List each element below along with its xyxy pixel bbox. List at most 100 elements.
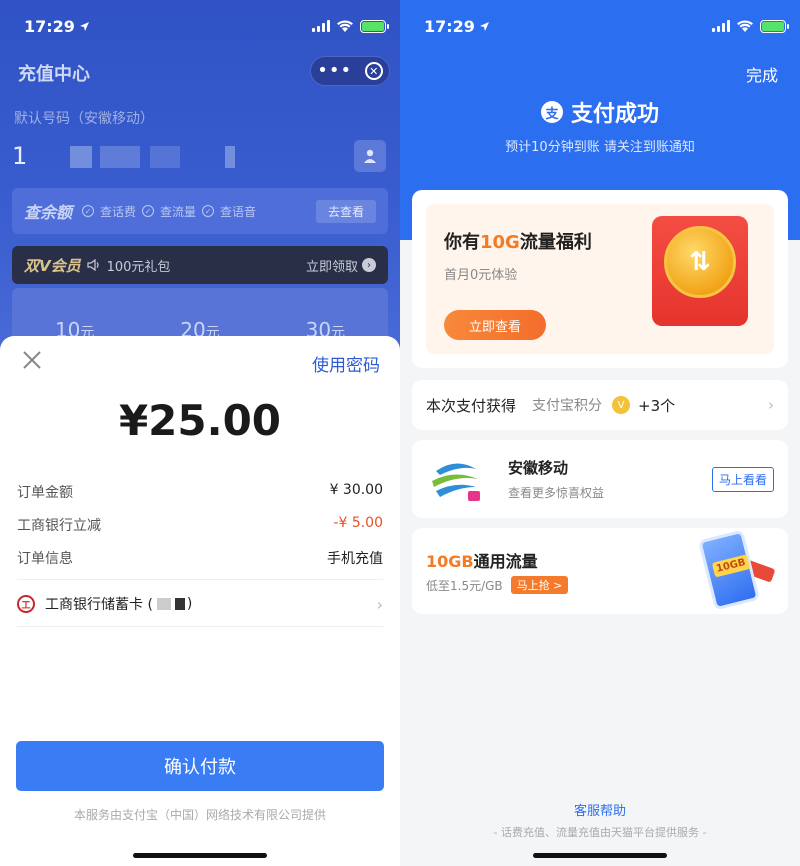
promo-inner: 你有10G流量福利 首月0元体验 立即查看 ⇅: [426, 204, 774, 354]
masked-card-number: [174, 598, 185, 610]
phone-badge-text: 10GB: [711, 554, 751, 578]
payment-amount: ¥25.00: [118, 396, 282, 445]
points-title: 本次支付获得: [426, 396, 517, 415]
success-subtitle: 预计10分钟到账 请关注到账通知: [505, 140, 695, 155]
balance-title: 查余额: [24, 203, 73, 222]
bank-discount-value: -¥ 5.00: [333, 515, 383, 531]
left-pane-recharge-payment: 17:29 充值中心 ••• ✕ 默认号码（安徽移动） 1 查余额 ✓ 查话费 ✓…: [0, 0, 400, 866]
icbc-logo-icon: 工: [17, 595, 35, 613]
data-package-price-row: 低至1.5元/GB 马上抢 >: [426, 576, 569, 594]
data-package-price: 低至1.5元/GB: [426, 578, 503, 593]
masked-digit-block: [225, 146, 235, 168]
order-amount-value: ¥ 30.00: [329, 482, 383, 498]
view-now-button[interactable]: 立即查看: [444, 310, 546, 340]
cellular-signal-icon: [312, 20, 330, 32]
home-indicator: [533, 853, 667, 858]
status-bar: 17:29: [424, 14, 789, 38]
vip-gift-text: 100元礼包: [106, 259, 171, 275]
data-package-card[interactable]: 10GB通用流量 低至1.5元/GB 马上抢 > 10GB: [412, 528, 788, 614]
grab-now-tag[interactable]: 马上抢 >: [510, 576, 569, 594]
success-title-text: 支付成功: [570, 102, 659, 127]
default-number-label: 默认号码（安徽移动）: [14, 111, 154, 127]
order-info-row: 订单信息 手机充值: [17, 548, 383, 568]
balance-item-bill: 查话费: [100, 204, 137, 219]
china-mobile-logo-icon: [432, 463, 480, 501]
battery-charging-icon: [360, 19, 389, 33]
data-coin-icon: ⇅: [664, 226, 736, 298]
phone-illustration-icon: 10GB: [697, 529, 761, 611]
success-title: 支 支付成功: [400, 96, 800, 128]
service-provider-note: 本服务由支付宝（中国）网络技术有限公司提供: [73, 808, 326, 822]
phone-number-field[interactable]: 1: [12, 142, 33, 170]
check-circle-icon: ✓: [82, 205, 95, 217]
china-mobile-name: 安徽移动: [508, 459, 569, 477]
customer-service-link[interactable]: 客服帮助: [400, 800, 800, 819]
close-icon[interactable]: [22, 350, 42, 370]
data-package-type: 通用流量: [473, 552, 538, 571]
order-amount-label: 订单金额: [17, 485, 73, 501]
china-mobile-desc: 查看更多惊喜权益: [508, 486, 605, 500]
view-now-mobile-button[interactable]: 马上看看: [711, 466, 774, 492]
more-menu-button[interactable]: •••: [317, 62, 352, 80]
promo-heading: 你有10G流量福利: [444, 228, 592, 254]
bank-discount-row: 工商银行立减 -¥ 5.00: [17, 515, 383, 535]
contacts-button[interactable]: [354, 140, 386, 172]
status-system-icons: [312, 19, 389, 33]
order-info-label: 订单信息: [17, 551, 73, 567]
data-benefit-promo-card: 你有10G流量福利 首月0元体验 立即查看 ⇅: [412, 190, 788, 368]
cellular-signal-icon: [712, 20, 730, 32]
bank-discount-label: 工商银行立减: [17, 518, 101, 534]
promo-heading-highlight: 10G: [480, 232, 520, 253]
order-info-value: 手机充值: [327, 551, 383, 567]
balance-query-card: 查余额 ✓ 查话费 ✓ 查流量 ✓ 查语音 去查看: [12, 188, 388, 234]
status-time-text: 17:29: [424, 16, 475, 36]
use-password-link[interactable]: 使用密码: [312, 351, 380, 376]
promo-subtitle: 首月0元体验: [444, 268, 518, 283]
order-amount-row: 订单金额 ¥ 30.00: [17, 482, 383, 502]
chevron-right-icon: ›: [376, 594, 383, 614]
check-circle-icon: ✓: [142, 205, 155, 217]
status-time-text: 17:29: [24, 16, 75, 36]
status-time: 17:29: [24, 17, 90, 36]
data-package-title: 10GB通用流量: [426, 548, 538, 572]
vip-title: 双V会员: [24, 256, 81, 275]
page-title: 充值中心: [18, 64, 90, 85]
vip-claim-label: 立即领取: [305, 259, 358, 275]
divider: [17, 579, 383, 580]
china-mobile-text: 安徽移动 查看更多惊喜权益: [508, 457, 604, 501]
battery-charging-icon: [760, 19, 789, 33]
bank-card-label: 工商银行储蓄卡 (: [45, 597, 153, 613]
reward-points-row[interactable]: 本次支付获得 支付宝积分 V +3个 ›: [412, 380, 788, 430]
close-miniprogram-button[interactable]: ✕: [364, 62, 383, 80]
screenshot-root: 17:29 充值中心 ••• ✕ 默认号码（安徽移动） 1 查余额 ✓ 查话费 ✓…: [0, 0, 800, 866]
balance-item-voice: 查语音: [220, 204, 257, 219]
speaker-icon: [87, 259, 99, 271]
masked-card-number: [156, 598, 171, 610]
person-icon: [364, 149, 376, 163]
points-label: 支付宝积分: [532, 398, 603, 414]
status-time: 17:29: [424, 17, 490, 36]
vip-membership-card[interactable]: 双V会员 100元礼包 立即领取 ›: [12, 246, 388, 284]
china-mobile-card: 安徽移动 查看更多惊喜权益 马上看看: [412, 440, 788, 518]
payment-method-selector[interactable]: 工 工商银行储蓄卡 ( ) ›: [17, 594, 383, 614]
check-circle-icon: ✓: [202, 205, 215, 217]
points-count: +3个: [638, 396, 676, 415]
wifi-icon: [737, 20, 753, 32]
data-package-size: 10GB: [426, 552, 474, 571]
check-balance-button[interactable]: 去查看: [315, 199, 376, 223]
chevron-right-icon: ›: [768, 396, 774, 414]
done-button[interactable]: 完成: [746, 62, 778, 86]
location-arrow-icon: [479, 21, 489, 31]
confirm-payment-button[interactable]: 确认付款: [16, 741, 384, 791]
promo-heading-suffix: 流量福利: [519, 232, 592, 253]
right-pane-payment-success: 17:29 完成 支 支付成功 预计10分钟到账 请关注到账通知 你有10G流量…: [400, 0, 800, 866]
chevron-right-icon: ›: [362, 258, 376, 272]
status-bar: 17:29: [24, 14, 389, 38]
vip-claim-link[interactable]: 立即领取 ›: [306, 256, 376, 275]
alipay-logo-icon: 支: [540, 101, 563, 123]
masked-digit-block: [150, 146, 180, 168]
bank-card-tail: ): [186, 596, 193, 612]
promo-heading-prefix: 你有: [444, 232, 480, 253]
wifi-icon: [337, 20, 353, 32]
mini-program-capsule: ••• ✕: [310, 56, 390, 86]
